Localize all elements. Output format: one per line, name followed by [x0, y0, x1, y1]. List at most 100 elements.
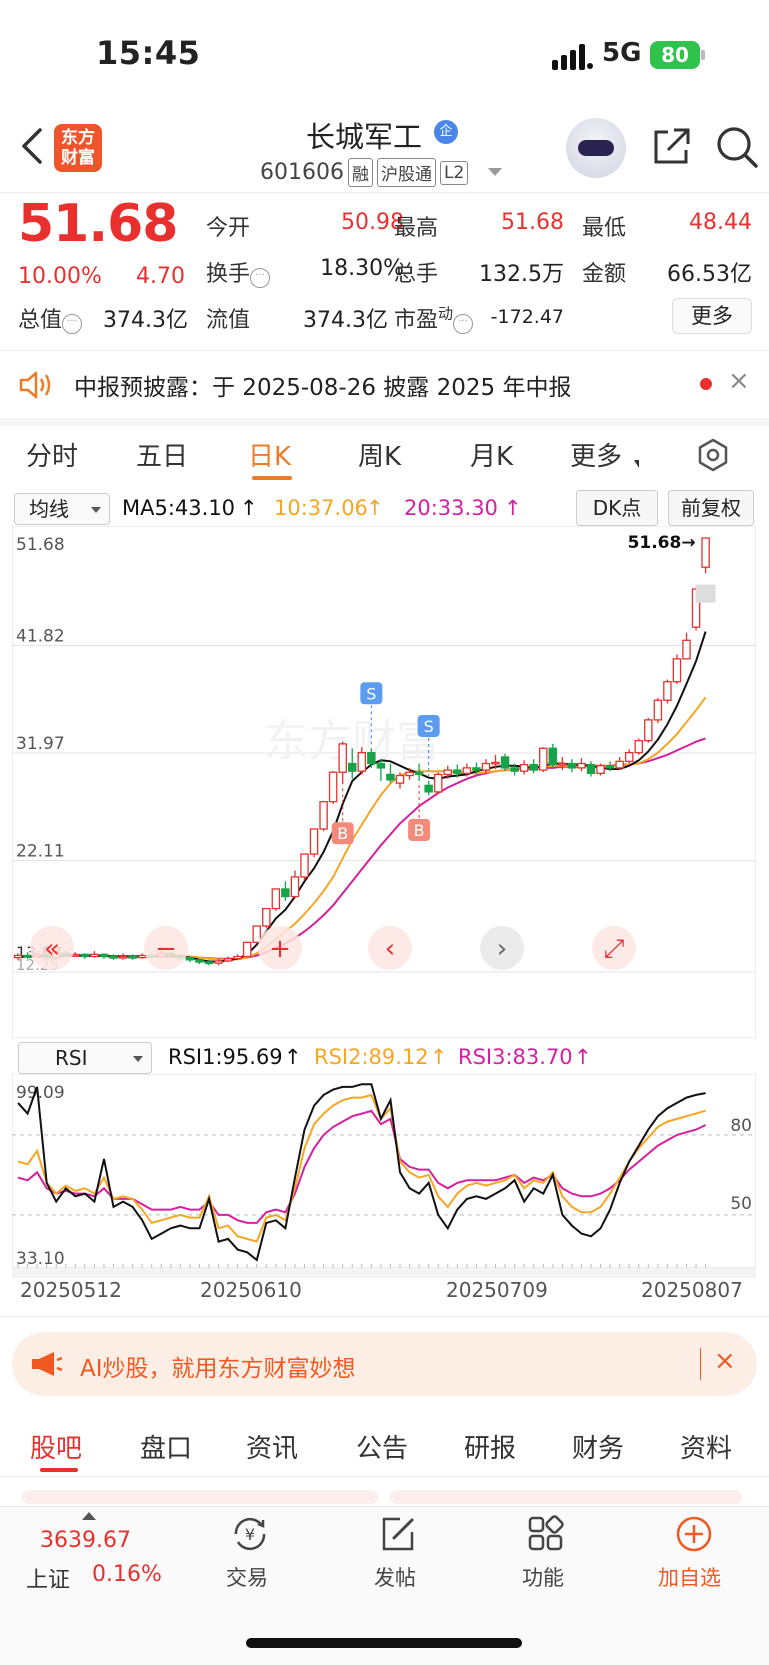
enterprise-badge: 企	[434, 120, 458, 144]
indicator-select-ma[interactable]: 均线	[14, 493, 110, 525]
tab-announcements[interactable]: 公告	[356, 1428, 408, 1465]
svg-text:−: −	[155, 934, 177, 964]
candle-up	[615, 760, 624, 769]
candle-up	[405, 771, 414, 777]
reference-label: 80	[730, 1116, 752, 1136]
notice-close-button[interactable]: ×	[728, 366, 750, 396]
candle-up	[309, 828, 319, 855]
tab-more[interactable]: 更多	[570, 436, 622, 473]
back-arrow-icon[interactable]	[18, 126, 46, 166]
chevron-right-icon[interactable]: ›	[480, 926, 524, 970]
more-button[interactable]: 更多	[672, 298, 752, 334]
date-axis-strip	[12, 1268, 756, 1278]
caret-up-icon[interactable]	[82, 1512, 96, 1520]
nav-trade-label[interactable]: 交易	[226, 1562, 268, 1592]
tab-five-day[interactable]: 五日	[136, 436, 188, 473]
tag-margin: 融	[347, 158, 373, 187]
index-name[interactable]: 上证	[26, 1562, 70, 1594]
signal-icon	[552, 44, 593, 70]
ai-banner-text[interactable]: AI炒股，就用东方财富妙想	[80, 1349, 356, 1383]
candlestick-chart[interactable]: 51.6841.8231.9722.1113.8312.25东方财富BSBS51…	[12, 526, 756, 1038]
dk-point-button[interactable]: DK点	[576, 490, 658, 526]
plus-circle-icon[interactable]	[674, 1514, 714, 1554]
tab-monthly-k[interactable]: 月K	[470, 436, 513, 473]
arrow-up-icon: ↑	[366, 496, 384, 520]
candle-up	[214, 960, 223, 964]
active-tab-indicator	[252, 476, 292, 480]
nav-post-label[interactable]: 发帖	[374, 1562, 416, 1592]
edit-icon[interactable]	[378, 1514, 418, 1554]
candle-up	[519, 763, 529, 772]
grid-icon[interactable]	[526, 1514, 566, 1554]
tab-weekly-k[interactable]: 周K	[358, 436, 401, 473]
divider	[700, 1348, 701, 1380]
megaphone-icon	[32, 1352, 63, 1376]
candle-up	[624, 751, 634, 762]
candle-down	[99, 953, 109, 958]
tab-financials[interactable]: 财务	[572, 1428, 624, 1465]
logo-line2: 财富	[61, 148, 95, 168]
candle-down	[347, 762, 357, 772]
gear-icon[interactable]	[696, 438, 730, 472]
nav-watchlist-label[interactable]: 加自选	[658, 1562, 721, 1592]
candle-down	[567, 762, 577, 769]
chevron-left-icon[interactable]: ‹	[368, 926, 412, 970]
share-icon[interactable]	[650, 126, 692, 168]
adjust-button[interactable]: 前复权	[668, 490, 754, 526]
candle-up	[395, 774, 405, 784]
stock-name: 长城军工	[306, 120, 423, 154]
candle-down	[472, 767, 481, 771]
candle-down	[605, 765, 615, 769]
indicator-select-rsi[interactable]: RSI	[18, 1042, 152, 1074]
candle-down	[367, 751, 376, 765]
yen-exchange-icon[interactable]: ¥	[230, 1514, 270, 1554]
divider	[0, 1316, 769, 1317]
quote-value: 51.68	[501, 210, 564, 235]
candle-up	[577, 762, 586, 769]
candle-up	[491, 761, 500, 765]
candle-down	[500, 756, 510, 769]
svg-text:›: ›	[497, 934, 507, 964]
ai-banner-close-button[interactable]: ×	[714, 1346, 736, 1376]
chevron-down-icon[interactable]	[488, 168, 502, 176]
candle-up	[319, 801, 328, 830]
active-tab-indicator	[40, 1468, 78, 1472]
svg-text:‹: ‹	[385, 934, 395, 964]
tab-daily-k[interactable]: 日K	[248, 436, 291, 473]
content-placeholder	[22, 1490, 742, 1504]
candle-up	[443, 769, 452, 776]
index-percent[interactable]: 0.16%	[92, 1562, 162, 1587]
expand-icon[interactable]: ⤢	[592, 926, 636, 970]
tab-profile[interactable]: 资料	[680, 1428, 732, 1465]
robot-face-icon	[578, 140, 614, 156]
notice-text[interactable]: 中报预披露：于 2025-08-26 披露 2025 年中报	[74, 368, 571, 402]
tab-intraday[interactable]: 分时	[26, 436, 78, 473]
candle-down	[204, 961, 214, 965]
info-dots-icon[interactable]: ···	[250, 268, 271, 288]
tab-news[interactable]: 资讯	[246, 1428, 298, 1465]
candle-up	[13, 954, 23, 959]
date-label: 20250807	[641, 1278, 743, 1302]
quote-label: 最低	[582, 216, 627, 241]
arrow-up-icon: ↑	[284, 1045, 302, 1069]
nav-function-label[interactable]: 功能	[522, 1562, 564, 1592]
tab-order-book[interactable]: 盘口	[140, 1428, 192, 1465]
tab-guba[interactable]: 股吧	[30, 1428, 82, 1465]
zoom-in-icon[interactable]: +	[258, 926, 302, 970]
candle-up	[262, 907, 271, 927]
stock-code-row: 601606 融 沪股通 L2	[260, 158, 469, 187]
candle-up	[558, 762, 567, 766]
search-icon[interactable]	[714, 124, 760, 170]
rsi1-value: RSI1:95.69	[168, 1045, 283, 1069]
candle-up	[481, 762, 491, 771]
divider	[0, 1476, 769, 1477]
tab-research[interactable]: 研报	[464, 1428, 516, 1465]
zoom-out-icon[interactable]: −	[144, 926, 188, 970]
index-value[interactable]: 3639.67	[40, 1528, 131, 1553]
scroll-left-fast-icon[interactable]: «	[30, 926, 74, 970]
candle-up	[118, 955, 128, 959]
rsi-chart[interactable]: 99.09 33.10 80 50	[12, 1074, 756, 1268]
pe-dynamic-superscript: 动	[438, 304, 454, 323]
candle-down	[281, 888, 290, 898]
candle-down	[548, 747, 558, 766]
